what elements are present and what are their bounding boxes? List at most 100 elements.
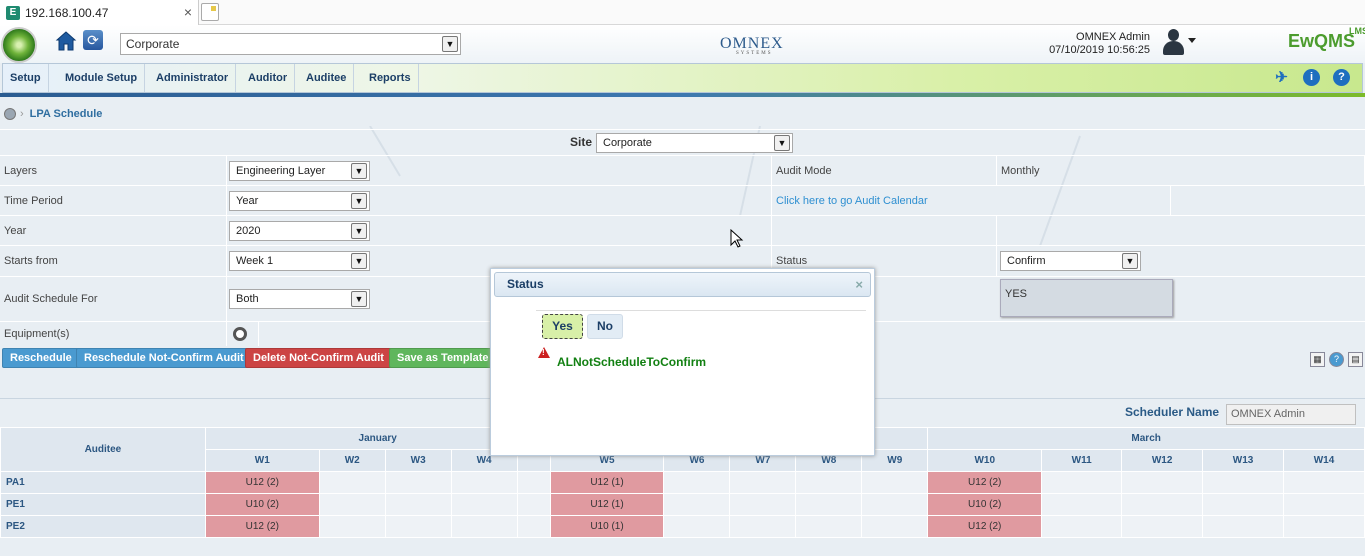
chevron-down-icon[interactable]: ▼ (351, 193, 367, 209)
chevron-down-icon[interactable]: ▼ (351, 163, 367, 179)
reschedule-not-confirm-button[interactable]: Reschedule Not-Confirm Audit (76, 348, 252, 368)
status-select[interactable]: Confirm ▼ (1000, 251, 1141, 271)
time-period-select[interactable]: Year ▼ (229, 191, 370, 211)
schedule-cell[interactable] (795, 471, 863, 494)
pin-icon[interactable]: ✈ (1273, 69, 1290, 86)
menu-item-reports[interactable]: Reports (362, 64, 419, 92)
save-template-button[interactable]: Save as Template (389, 348, 497, 368)
schedule-cell[interactable] (450, 471, 518, 494)
new-tab-button[interactable] (201, 3, 219, 21)
chevron-down-icon[interactable]: ▼ (351, 253, 367, 269)
auditee-cell[interactable]: PA1 (0, 471, 206, 494)
schedule-cell[interactable] (516, 493, 551, 516)
auditee-cell[interactable]: PE1 (0, 493, 206, 516)
schedule-cell[interactable] (450, 493, 518, 516)
header-site-select[interactable]: Corporate ▼ (120, 33, 461, 55)
table-row: PA1 U12 (2) U12 (1) U12 (2) (0, 471, 1365, 494)
menu-item-auditee[interactable]: Auditee (299, 64, 355, 92)
calendar-icon[interactable]: ▦ (1310, 352, 1325, 367)
starts-from-label: Starts from (0, 246, 227, 276)
schedule-cell[interactable]: U12 (1) (549, 471, 665, 494)
schedule-cell[interactable]: U12 (2) (204, 471, 320, 494)
schedule-cell[interactable] (1202, 515, 1284, 538)
schedule-cell[interactable] (1121, 471, 1204, 494)
schedule-cell[interactable] (318, 515, 386, 538)
schedule-cell[interactable] (318, 493, 386, 516)
browser-tab[interactable]: E 192.168.100.47 × (0, 0, 199, 25)
app-logo-icon[interactable] (1, 27, 37, 63)
schedule-cell[interactable] (663, 515, 731, 538)
yes-button[interactable]: Yes (542, 314, 583, 339)
scheduler-name-input[interactable]: OMNEX Admin (1226, 404, 1356, 425)
schedule-cell[interactable] (384, 493, 452, 516)
schedule-cell[interactable] (1041, 493, 1123, 516)
chevron-down-icon[interactable]: ▼ (1122, 253, 1138, 269)
schedule-cell[interactable] (384, 515, 452, 538)
menu-item-module-setup[interactable]: Module Setup (58, 64, 146, 92)
schedule-cell[interactable] (795, 493, 863, 516)
chat-icon[interactable]: ? (1329, 352, 1344, 367)
schedule-cell[interactable] (729, 493, 797, 516)
menu-item-setup[interactable]: Setup (3, 64, 49, 92)
layers-select[interactable]: Engineering Layer ▼ (229, 161, 370, 181)
equipment-picker[interactable] (229, 322, 259, 346)
schedule-cell[interactable] (663, 493, 731, 516)
schedule-cell[interactable] (516, 471, 551, 494)
status-comment-box[interactable]: YES (1000, 279, 1173, 317)
refresh-icon[interactable]: ⟳ (83, 30, 103, 50)
delete-not-confirm-button[interactable]: Delete Not-Confirm Audit (245, 348, 392, 368)
close-tab-icon[interactable]: × (184, 4, 192, 20)
no-button[interactable]: No (587, 314, 623, 339)
schedule-cell[interactable] (384, 471, 452, 494)
schedule-for-select[interactable]: Both ▼ (229, 289, 370, 309)
year-select[interactable]: 2020 ▼ (229, 221, 370, 241)
site-select[interactable]: Corporate ▼ (596, 133, 793, 153)
schedule-cell[interactable] (861, 471, 929, 494)
schedule-cell[interactable] (861, 493, 929, 516)
schedule-cell[interactable]: U12 (2) (927, 471, 1043, 494)
schedule-cell[interactable] (1202, 493, 1284, 516)
schedule-cell[interactable] (1283, 515, 1365, 538)
schedule-cell[interactable] (450, 515, 518, 538)
reschedule-button[interactable]: Reschedule (2, 348, 80, 368)
menu-item-auditor[interactable]: Auditor (241, 64, 296, 92)
schedule-cell[interactable] (318, 471, 386, 494)
schedule-cell[interactable]: U10 (2) (927, 493, 1043, 516)
schedule-cell[interactable]: U12 (1) (549, 493, 665, 516)
auditee-cell[interactable]: PE2 (0, 515, 206, 538)
layout-icon[interactable]: ▤ (1348, 352, 1363, 367)
schedule-cell[interactable] (1202, 471, 1284, 494)
chevron-down-icon[interactable]: ▼ (442, 36, 458, 52)
close-icon[interactable]: × (855, 273, 863, 296)
gear-icon[interactable] (233, 327, 247, 341)
info-icon[interactable]: i (1303, 69, 1320, 86)
schedule-cell[interactable]: U12 (2) (204, 515, 320, 538)
schedule-cell[interactable]: U10 (1) (549, 515, 665, 538)
schedule-cell[interactable] (1121, 493, 1204, 516)
schedule-cell[interactable] (795, 515, 863, 538)
schedule-cell[interactable] (516, 515, 551, 538)
schedule-cell[interactable] (663, 471, 731, 494)
audit-calendar-link[interactable]: Click here to go Audit Calendar (771, 186, 1171, 215)
schedule-cell[interactable]: U12 (2) (927, 515, 1043, 538)
chevron-down-icon[interactable]: ▼ (351, 223, 367, 239)
user-avatar-icon[interactable] (1161, 27, 1185, 57)
chevron-down-icon[interactable]: ▼ (351, 291, 367, 307)
home-icon[interactable] (55, 30, 77, 52)
schedule-cell[interactable] (1283, 493, 1365, 516)
schedule-cell[interactable] (861, 515, 929, 538)
schedule-cell[interactable] (1041, 515, 1123, 538)
schedule-cell[interactable]: U10 (2) (204, 493, 320, 516)
breadcrumb-home-icon[interactable] (4, 108, 16, 120)
schedule-cell[interactable] (729, 471, 797, 494)
menu-item-administrator[interactable]: Administrator (149, 64, 237, 92)
starts-from-select-value: Week 1 (236, 255, 274, 267)
schedule-cell[interactable] (1121, 515, 1204, 538)
schedule-cell[interactable] (1041, 471, 1123, 494)
schedule-cell[interactable] (1283, 471, 1365, 494)
starts-from-select[interactable]: Week 1 ▼ (229, 251, 370, 271)
schedule-cell[interactable] (729, 515, 797, 538)
help-icon[interactable]: ? (1333, 69, 1350, 86)
chevron-down-icon[interactable]: ▼ (774, 135, 790, 151)
user-menu-caret-icon[interactable] (1188, 38, 1196, 43)
